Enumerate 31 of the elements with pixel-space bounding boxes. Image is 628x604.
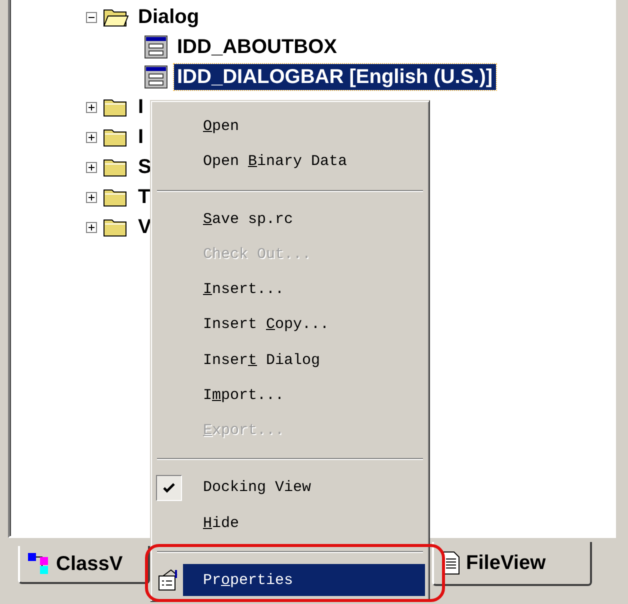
menu-item[interactable]: Save sp.rc [183, 203, 425, 236]
menu-item[interactable]: Properties [183, 564, 425, 596]
tree-item[interactable]: Dialog [135, 4, 202, 30]
tree-item[interactable]: IDD_ABOUTBOX [174, 34, 340, 60]
menu-item[interactable]: Insert Dialog [183, 344, 425, 376]
menu-item[interactable]: Import... [183, 379, 425, 412]
menu-item[interactable]: Docking View [183, 472, 425, 504]
menu-item[interactable]: Insert... [183, 274, 425, 306]
expand-icon[interactable] [86, 162, 97, 172]
menu-item[interactable]: Open Binary Data [183, 146, 425, 178]
dialog-icon [144, 65, 168, 89]
collapse-icon[interactable] [86, 12, 97, 22]
expand-icon[interactable] [86, 192, 97, 202]
tree-item[interactable]: T [135, 184, 154, 210]
menu-item[interactable]: Open [183, 110, 425, 143]
tree-item[interactable]: I [135, 94, 147, 120]
menu-item[interactable]: Insert Copy... [183, 308, 425, 341]
class-icon [28, 553, 50, 575]
tree-item[interactable]: I [135, 124, 147, 150]
view-tab[interactable]: FileView [432, 542, 592, 586]
tree-item[interactable]: V [135, 214, 154, 240]
checkbox[interactable] [156, 474, 182, 501]
expand-icon[interactable] [86, 102, 97, 112]
expand-icon[interactable] [86, 222, 97, 232]
tree-item[interactable]: IDD_DIALOGBAR [English (U.S.)] [174, 64, 496, 90]
tree-item[interactable]: S [135, 154, 154, 180]
check-icon [163, 482, 175, 493]
view-tab[interactable]: ClassV [18, 546, 150, 584]
dialog-icon [144, 35, 168, 59]
expand-icon[interactable] [86, 132, 97, 142]
menu-item[interactable]: Hide [183, 507, 425, 540]
